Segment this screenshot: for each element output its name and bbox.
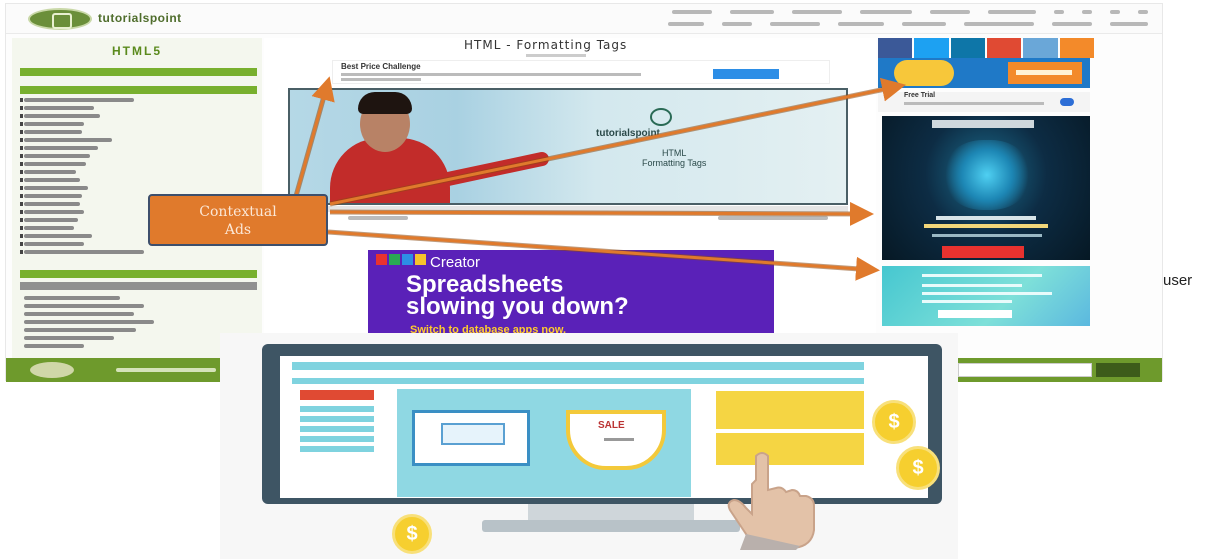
screen-side-block (300, 390, 374, 400)
video-meta (288, 216, 848, 220)
monitor-neck (528, 504, 694, 520)
monitor-base (482, 520, 740, 532)
page-title: HTML - Formatting Tags (464, 38, 628, 52)
zoho-logo-icon (376, 254, 426, 268)
sidebar-item[interactable] (24, 344, 84, 348)
screen-nav-stripe (292, 362, 864, 370)
sidebar-item[interactable] (24, 320, 154, 324)
sidebar-item[interactable] (24, 226, 74, 230)
coin-icon: $ (392, 514, 432, 554)
contextual-ads-callout: Contextual Ads (148, 194, 328, 246)
sidebar-item[interactable] (24, 114, 100, 118)
share-icon[interactable] (986, 38, 1022, 58)
top-links-row-2 (668, 22, 1148, 26)
logo-text: tutorialspoint (98, 11, 182, 25)
sidebar-section-bar (20, 86, 257, 94)
ad-badge-icon (441, 423, 505, 445)
sidebar-section-bar (20, 68, 257, 76)
video-logo-icon (650, 108, 672, 126)
screen-nav-stripe (292, 378, 864, 384)
sidebar-item[interactable] (24, 170, 76, 174)
right-ad-column: Free Trial (878, 38, 1094, 358)
top-ad-title: Best Price Challenge (341, 62, 421, 71)
pointing-hand-icon (727, 452, 815, 550)
top-ad-button[interactable] (713, 69, 779, 79)
sidebar-item[interactable] (24, 210, 84, 214)
site-logo[interactable]: tutorialspoint (28, 8, 223, 32)
sidebar-item[interactable] (24, 234, 92, 238)
top-navigation-bar: tutorialspoint (6, 4, 1162, 34)
deep-learning-ad-button[interactable] (942, 246, 1024, 258)
sidebar-item[interactable] (24, 328, 136, 332)
free-trial-button[interactable] (1060, 98, 1074, 106)
sidebar-item[interactable] (24, 304, 144, 308)
sidebar-item[interactable] (24, 154, 90, 158)
video-brand: tutorialspoint (596, 128, 660, 139)
footer-logo-icon (30, 362, 74, 378)
twitter-icon[interactable] (914, 38, 949, 58)
sidebar-item[interactable] (24, 138, 112, 142)
tutorial-page-screenshot: tutorialspoint HTML5 HTML - Formatting T… (5, 3, 1163, 382)
rss-icon[interactable] (1059, 38, 1094, 58)
footer-search-input[interactable] (958, 363, 1092, 377)
sidebar-item[interactable] (24, 130, 82, 134)
zoho-brand: Creator (430, 254, 481, 271)
top-text-ad[interactable]: Best Price Challenge (332, 60, 830, 84)
callout-line-1: Contextual (199, 204, 277, 220)
main-content: HTML - Formatting Tags Best Price Challe… (264, 38, 876, 358)
zoho-headline: Spreadsheets slowing you down? (406, 271, 629, 320)
sidebar-item[interactable] (24, 312, 134, 316)
sidebar-section-bar (20, 270, 257, 278)
footer-search-button[interactable] (1096, 363, 1140, 377)
logo-badge-icon (28, 8, 92, 30)
sidebar-item[interactable] (24, 250, 144, 254)
video-caption: HTML Formatting Tags (642, 148, 707, 168)
page-title-underline (526, 54, 586, 57)
sidebar-item[interactable] (24, 336, 114, 340)
coin-icon: $ (896, 446, 940, 490)
ad-card-2: SALE (566, 410, 666, 470)
sidebar-item[interactable] (24, 186, 88, 190)
screen-yellow-block (716, 391, 864, 429)
top-links-row-1 (672, 10, 1148, 14)
light-ad-button[interactable] (938, 310, 1012, 318)
sidebar-section-bar (20, 282, 257, 290)
sidebar-item[interactable] (24, 178, 80, 182)
sidebar-item[interactable] (24, 98, 134, 102)
sidebar-item[interactable] (24, 162, 86, 166)
deep-learning-ad[interactable] (882, 116, 1090, 260)
sidebar-item[interactable] (24, 202, 80, 206)
video-controls[interactable] (288, 206, 848, 212)
facebook-icon[interactable] (878, 38, 913, 58)
sidebar-item[interactable] (24, 218, 78, 222)
callout-line-2: Ads (224, 222, 252, 238)
light-banner-ad[interactable] (882, 266, 1090, 326)
sidebar-item[interactable] (24, 296, 120, 300)
sidebar-item[interactable] (24, 146, 98, 150)
sidebar-item[interactable] (24, 122, 84, 126)
sidebar-item[interactable] (24, 194, 82, 198)
free-trial-ad[interactable]: Free Trial (878, 92, 1090, 112)
linkedin-icon[interactable] (950, 38, 985, 58)
brain-icon (944, 140, 1030, 210)
social-share-bar (878, 38, 1094, 58)
sidebar-item[interactable] (24, 242, 84, 246)
sale-ad[interactable] (878, 58, 1090, 88)
sidebar-item[interactable] (24, 106, 94, 110)
trailing-text: user (1163, 272, 1193, 289)
coin-icon: $ (872, 400, 916, 444)
sidebar-heading: HTML5 (112, 44, 162, 58)
free-trial-label: Free Trial (904, 92, 936, 99)
ad-card-1 (412, 410, 530, 466)
ad-card-2-label: SALE (598, 420, 625, 431)
share-icon-2[interactable] (1023, 38, 1058, 58)
video-player[interactable]: tutorialspoint HTML Formatting Tags (288, 88, 848, 205)
